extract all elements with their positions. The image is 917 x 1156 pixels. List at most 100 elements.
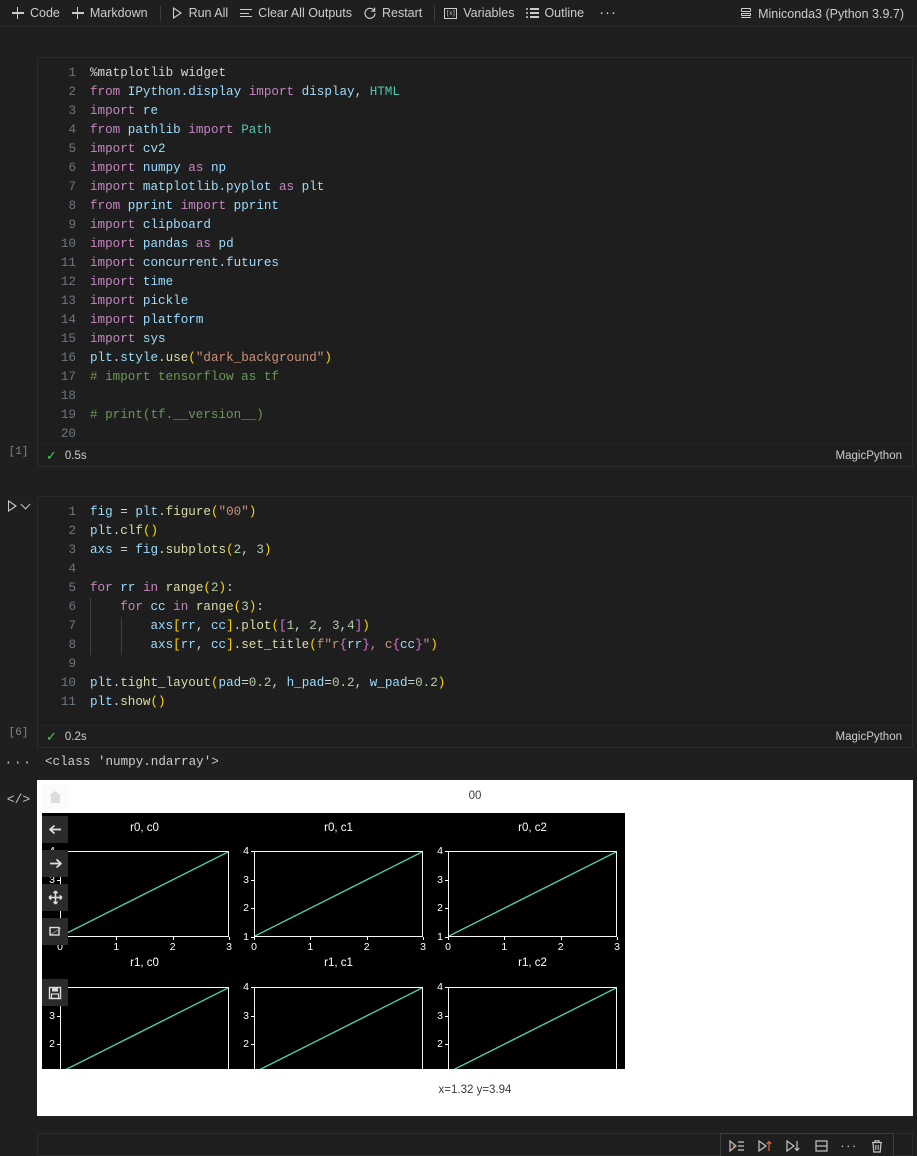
line-number: 2 <box>68 524 76 538</box>
token: "00" <box>218 505 249 519</box>
line-number: 5 <box>68 142 76 156</box>
token: } <box>415 638 423 652</box>
y-tick-label: 2 <box>437 1038 443 1051</box>
token: from <box>90 85 121 99</box>
token: platform <box>142 313 204 327</box>
subplot-title: r1, c2 <box>518 957 547 969</box>
token: w_pad <box>369 676 408 690</box>
token: , <box>294 619 310 633</box>
run-below-icon <box>786 1139 800 1153</box>
line-number: 1 <box>68 66 76 80</box>
cell-2-language-mode[interactable]: MagicPython <box>836 731 902 743</box>
token: sys <box>142 332 166 346</box>
token: ( <box>188 351 196 365</box>
token: , <box>195 638 211 652</box>
split-cell-button[interactable] <box>808 1135 834 1156</box>
token: %matplotlib widget <box>90 66 227 80</box>
token: import <box>90 218 136 232</box>
toolbar-more-button[interactable]: ··· <box>591 5 625 20</box>
cell-1-body[interactable]: 1 %matplotlib widget 2 from IPython.display… <box>37 57 913 467</box>
html-output-icon[interactable]: </> <box>0 780 37 807</box>
indent-guide <box>120 636 122 655</box>
matplotlib-widget[interactable]: 00 r0, c0 0 1 2 3 3 r0, c1 0 1 2 3 1 2 3… <box>37 780 913 1116</box>
run-below-button[interactable] <box>780 1135 806 1156</box>
token: # import tensorflow as tf <box>90 370 279 384</box>
clear-all-outputs-button[interactable]: Clear All Outputs <box>235 2 359 24</box>
code-text: import re <box>90 102 158 121</box>
token: [ <box>279 619 287 633</box>
cell-2-run-button[interactable] <box>8 499 31 512</box>
token: as <box>278 180 295 194</box>
run-above-icon <box>758 1139 772 1153</box>
kernel-selector[interactable]: Miniconda3 (Python 3.9.7) <box>733 3 910 24</box>
mpl-toolbar <box>42 813 68 1013</box>
cell-2-body[interactable]: 1 fig = plt.figure("00") 2 plt.clf() 3 axs = … <box>37 496 913 748</box>
token: IPython.display <box>127 85 242 99</box>
restart-button[interactable]: Restart <box>359 2 429 24</box>
line-number: 8 <box>68 199 76 213</box>
execute-cells-above-button[interactable] <box>724 1135 750 1156</box>
mpl-back-button[interactable] <box>42 816 68 843</box>
token: import <box>90 275 136 289</box>
run-above-button[interactable] <box>752 1135 778 1156</box>
variables-icon: [x] <box>444 6 458 20</box>
mpl-forward-button[interactable] <box>42 850 68 877</box>
figure-title: 00 <box>468 790 482 802</box>
outline-icon <box>525 6 539 20</box>
zoom-rect-icon <box>48 926 61 936</box>
line-number: 13 <box>60 294 76 308</box>
token: . <box>158 543 166 557</box>
token: ) <box>248 505 257 519</box>
add-code-cell-button[interactable]: Code <box>7 2 67 24</box>
variables-label: Variables <box>463 6 515 20</box>
line-number: 14 <box>60 313 76 327</box>
outline-button[interactable]: Outline <box>521 2 591 24</box>
run-all-icon <box>170 6 184 20</box>
mpl-zoom-button[interactable] <box>42 918 68 945</box>
line-number: 16 <box>60 351 76 365</box>
figure-canvas[interactable]: r0, c0 01231234r0, c1 01231234r0, c2 012… <box>42 813 625 1069</box>
run-all-button[interactable]: Run All <box>166 2 236 24</box>
code-line: 4 <box>38 560 912 579</box>
cell-1-editor[interactable]: 1 %matplotlib widget 2 from IPython.display… <box>38 58 912 448</box>
token: concurrent.futures <box>142 256 279 270</box>
token: ( <box>210 676 219 690</box>
line-number: 7 <box>68 619 76 633</box>
variables-button[interactable]: [x] Variables <box>440 2 521 24</box>
kernel-icon <box>739 7 752 20</box>
output-more-icon[interactable]: ··· <box>0 752 37 769</box>
token: ) <box>437 676 446 690</box>
cell-1-language-mode[interactable]: MagicPython <box>836 450 902 462</box>
line-number: 18 <box>60 389 76 403</box>
subplot[interactable]: r1, c2 01231234 <box>42 813 625 1069</box>
mpl-save-button[interactable] <box>42 979 68 1006</box>
y-tick-mark <box>445 1044 448 1046</box>
token: , c <box>369 638 393 652</box>
token: [ <box>173 638 181 652</box>
code-text: plt.show() <box>90 693 166 712</box>
toolbar-divider <box>434 5 436 21</box>
cell-2-execution-count: [6] <box>8 727 29 739</box>
code-line: 15 import sys <box>38 330 912 349</box>
chevron-down-icon[interactable] <box>20 499 31 510</box>
mpl-pan-button[interactable] <box>42 884 68 911</box>
cell-2-editor[interactable]: 1 fig = plt.figure("00") 2 plt.clf() 3 axs = … <box>38 497 912 716</box>
token: cv2 <box>142 142 166 156</box>
code-text: import sys <box>90 330 166 349</box>
code-text: import pickle <box>90 292 188 311</box>
line-number: 9 <box>68 218 76 232</box>
code-text: plt.style.use("dark_background") <box>90 349 332 368</box>
token: : <box>226 581 234 595</box>
delete-cell-button[interactable] <box>864 1135 890 1156</box>
code-line: 1 %matplotlib widget <box>38 64 912 83</box>
line-number: 3 <box>68 543 76 557</box>
add-markdown-cell-button[interactable]: Markdown <box>67 2 155 24</box>
more-actions-button[interactable]: ··· <box>836 1135 862 1156</box>
